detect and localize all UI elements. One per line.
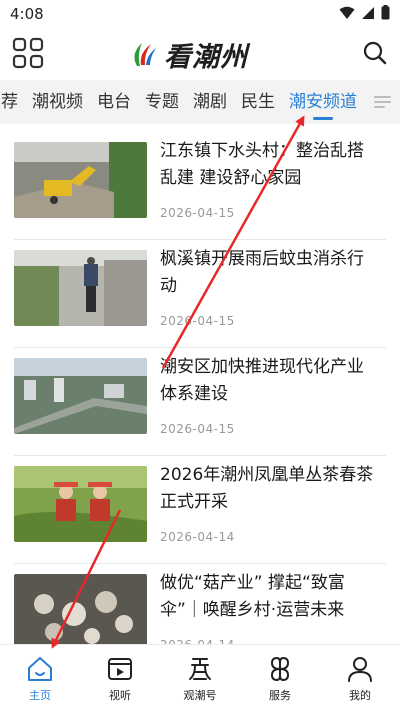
tab-livelihood[interactable]: 民生	[234, 80, 282, 124]
tab-chaoan-channel[interactable]: 潮安频道	[282, 80, 364, 124]
tab-chao-opera[interactable]: 潮剧	[186, 80, 234, 124]
nav-audiovisual[interactable]: 视听	[80, 645, 160, 710]
nav-label: 主页	[29, 689, 51, 702]
wifi-icon	[339, 6, 355, 19]
news-item[interactable]: 潮安区加快推进现代化产业体系建设 2026-04-15	[14, 340, 386, 456]
news-thumbnail	[14, 574, 147, 644]
grid-menu-icon[interactable]	[11, 36, 45, 70]
status-icons	[339, 5, 390, 20]
nav-services[interactable]: 服务	[240, 645, 320, 710]
news-title: 潮安区加快推进现代化产业体系建设	[160, 357, 364, 404]
status-bar: 4:08	[0, 0, 400, 28]
signal-icon	[362, 6, 374, 19]
news-title: 江东镇下水头村：整治乱搭乱建 建设舒心家园	[160, 141, 364, 188]
news-item[interactable]: 江东镇下水头村：整治乱搭乱建 建设舒心家园 2026-04-15	[14, 124, 386, 240]
active-tab-indicator	[313, 117, 333, 120]
battery-icon	[381, 5, 390, 20]
news-date: 2026-04-15	[160, 314, 235, 328]
tab-chao-video[interactable]: 潮视频	[25, 80, 90, 124]
nav-label: 我的	[349, 689, 371, 702]
logo-text: 看潮州	[164, 41, 248, 73]
news-thumbnail	[14, 250, 147, 326]
tab-recommend[interactable]: 荐	[0, 80, 25, 124]
logo-mark-icon	[134, 43, 156, 66]
app-logo: 看潮州	[128, 37, 248, 73]
status-time: 4:08	[10, 5, 44, 23]
home-icon	[28, 657, 52, 681]
news-title: 做优“菇产业” 撑起“致富伞”｜唤醒乡村·运营未来	[160, 573, 345, 620]
news-item[interactable]: 枫溪镇开展雨后蚊虫消杀行动 2026-04-15	[14, 232, 386, 348]
tabs-more-button[interactable]	[364, 80, 400, 124]
video-icon	[108, 658, 132, 680]
news-item[interactable]: 2026年潮州凤凰单丛茶春茶正式开采 2026-04-14	[14, 448, 386, 564]
menu-lines-icon	[374, 96, 391, 108]
tide-account-icon	[189, 658, 211, 680]
news-date: 2026-04-14	[160, 530, 235, 544]
news-thumbnail	[14, 466, 147, 542]
news-date: 2026-04-15	[160, 422, 235, 436]
news-title: 2026年潮州凤凰单丛茶春茶正式开采	[160, 465, 374, 512]
app-header: 看潮州	[0, 28, 400, 80]
news-date: 2026-04-15	[160, 206, 235, 220]
nav-label: 视听	[109, 689, 131, 702]
services-icon	[270, 656, 290, 682]
news-item[interactable]: 做优“菇产业” 撑起“致富伞”｜唤醒乡村·运营未来 2026-04-14	[14, 556, 386, 644]
nav-label: 观潮号	[183, 689, 217, 702]
news-title: 枫溪镇开展雨后蚊虫消杀行动	[160, 249, 364, 296]
search-icon[interactable]	[362, 40, 388, 66]
profile-icon	[348, 657, 372, 682]
news-thumbnail	[14, 142, 147, 218]
news-feed[interactable]: 江东镇下水头村：整治乱搭乱建 建设舒心家园 2026-04-15 枫溪镇开展雨后…	[0, 124, 400, 644]
nav-label: 服务	[269, 689, 291, 702]
tab-topics[interactable]: 专题	[138, 80, 186, 124]
tab-radio[interactable]: 电台	[90, 80, 138, 124]
bottom-nav: 主页 视听 观潮号 服务 我的	[0, 644, 400, 710]
nav-profile[interactable]: 我的	[320, 645, 400, 710]
nav-tide-account[interactable]: 观潮号	[160, 645, 240, 710]
channel-tabs: 荐 潮视频 电台 专题 潮剧 民生 潮安频道	[0, 80, 400, 124]
news-thumbnail	[14, 358, 147, 434]
nav-home[interactable]: 主页	[0, 645, 80, 710]
